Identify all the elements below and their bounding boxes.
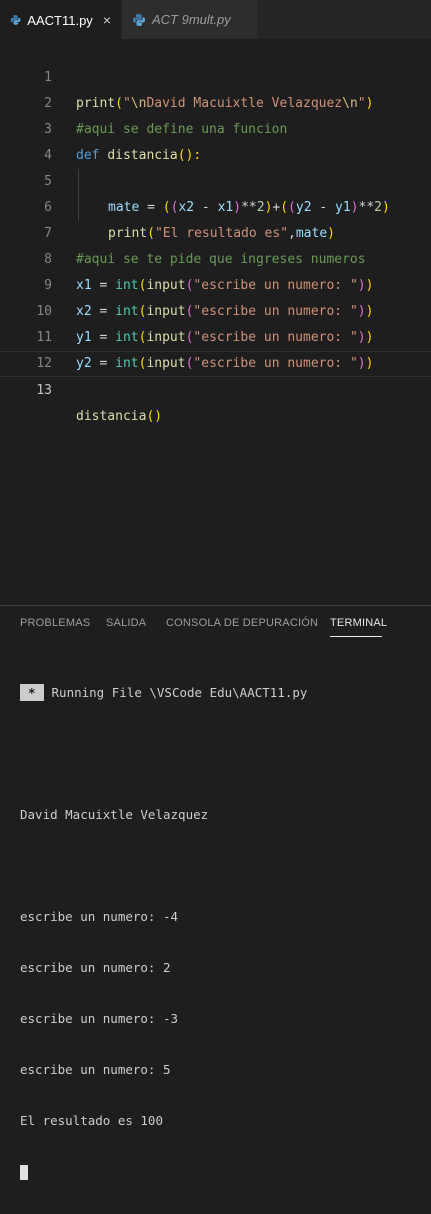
tab-act9mult[interactable]: ACT 9mult.py	[122, 0, 258, 39]
code-line: 12	[0, 325, 431, 371]
run-badge: *	[20, 684, 44, 701]
panel-tabs: PROBLEMAS SALIDA CONSOLA DE DEPURACIÓN T…	[0, 606, 431, 642]
active-tab-indicator	[330, 636, 382, 637]
code-line: 5 print("El resultado es",mate)	[0, 143, 431, 241]
bottom-panel: PROBLEMAS SALIDA CONSOLA DE DEPURACIÓN T…	[0, 605, 431, 1180]
tab-aact11[interactable]: AACT11.py ×	[0, 0, 122, 39]
terminal-line: escribe un numero: 5	[20, 1062, 171, 1077]
line-number: 13	[36, 383, 52, 398]
tab-problemas[interactable]: PROBLEMAS	[20, 617, 90, 629]
terminal-line: escribe un numero: 2	[20, 960, 171, 975]
python-icon	[133, 13, 145, 26]
close-icon[interactable]: ×	[103, 12, 111, 28]
terminal-cursor	[20, 1165, 28, 1180]
terminal-line: El resultado es 100	[20, 1113, 163, 1128]
tab-label: AACT11.py	[27, 12, 93, 28]
code-editor[interactable]: 1 print("\nDavid Macuixtle Velazquez\n")…	[0, 39, 431, 605]
tab-consola-depuracion[interactable]: CONSOLA DE DEPURACIÓN	[166, 617, 318, 629]
terminal-line: David Macuixtle Velazquez	[20, 807, 209, 822]
terminal-line: escribe un numero: -3	[20, 1011, 179, 1026]
code-line: 4 mate = ((x2 - x1)**2)+((y2 - y1)**2)	[0, 117, 431, 215]
code-line-current: 13 distancia()	[0, 351, 431, 424]
code-line: 7 #aqui se te pide que ingreses numeros	[0, 195, 431, 267]
terminal-output[interactable]: * Running File \VSCode Edu\AACT11.py Davi…	[20, 650, 420, 1214]
tab-salida[interactable]: SALIDA	[106, 617, 146, 629]
terminal-line: escribe un numero: -4	[20, 909, 179, 924]
code-line: 1 print("\nDavid Macuixtle Velazquez\n")	[0, 39, 431, 111]
running-text: Running File \VSCode Edu\AACT11.py	[51, 685, 308, 700]
python-icon	[10, 15, 21, 25]
code-line: 3 def distancia():	[0, 91, 431, 163]
code-line: 10 y1 = int(input("escribe un numero: ")…	[0, 273, 431, 345]
code-line: 8 x1 = int(input("escribe un numero: "))	[0, 221, 431, 293]
code-line: 2 #aqui se define una funcion	[0, 65, 431, 137]
code-line: 11 y2 = int(input("escribe un numero: ")…	[0, 299, 431, 371]
code-line: 6	[0, 169, 431, 215]
tab-terminal[interactable]: TERMINAL	[330, 617, 387, 629]
code-line: 9 x2 = int(input("escribe un numero: "))	[0, 247, 431, 319]
tab-label: ACT 9mult.py	[152, 12, 231, 27]
terminal-running-line: * Running File \VSCode Edu\AACT11.py	[20, 684, 420, 704]
editor-tab-bar: AACT11.py × ACT 9mult.py	[0, 0, 431, 39]
